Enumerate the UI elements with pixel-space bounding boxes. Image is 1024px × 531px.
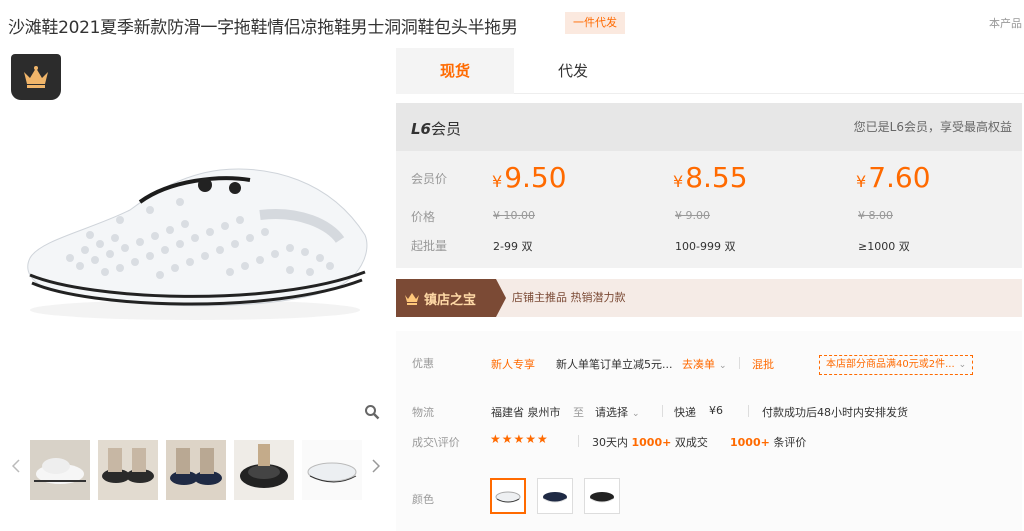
coupon-button[interactable]: 本店部分商品满40元或2件... ⌄ [819, 355, 974, 375]
tier-2-quantity: 100-999 双 [675, 240, 736, 253]
thumbnail-1[interactable] [30, 440, 90, 500]
mixed-batch-tag: 混批 [752, 358, 774, 371]
member-benefit-note: 您已是L6会员，享受最高权益 [853, 120, 1012, 134]
shop-treasure-banner[interactable]: 镇店之宝 店铺主推品 热销潜力款 [396, 279, 1022, 317]
promo-label: 优惠 [412, 357, 434, 370]
thumb-next-arrow-icon[interactable] [368, 454, 384, 478]
moq-label: 起批量 [411, 239, 448, 253]
color-swatch-white[interactable] [490, 478, 526, 514]
new-user-tag: 新人专享 [491, 358, 535, 371]
chevron-down-icon: ⌄ [719, 361, 727, 371]
shop-treasure-badge: 镇店之宝 [396, 279, 506, 317]
thumbnail-3[interactable] [166, 440, 226, 500]
new-user-desc: 新人单笔订单立减5元... [556, 358, 673, 371]
divider [748, 405, 749, 417]
sold-summary: 30天内 1000+ 双成交 [592, 436, 708, 449]
tier-2-original-price: ¥ 9.00 [675, 209, 710, 222]
ship-from: 福建省 泉州市 [491, 406, 561, 419]
ship-to-label: 至 [573, 406, 584, 419]
color-label: 颜色 [412, 493, 434, 506]
review-count-link[interactable]: 1000+ 条评价 [730, 434, 806, 450]
product-info-area: 优惠 新人专享 新人单笔订单立减5元... 去凑单 ⌄ 混批 本店部分商品满40元… [396, 331, 1022, 531]
thumbnail-5[interactable] [302, 440, 362, 500]
shipping-note: 付款成功后48小时内安排发货 [762, 406, 908, 419]
chevron-down-icon: ⌄ [632, 409, 640, 419]
tier-2-member-price: ¥8.55 [673, 161, 748, 194]
reviews-label: 成交\评价 [412, 436, 460, 449]
member-price-panel: L6会员 您已是L6会员，享受最高权益 会员价 价格 起批量 ¥9.50 ¥8.… [396, 103, 1022, 268]
divider [578, 435, 579, 447]
thumbnail-2[interactable] [98, 440, 158, 500]
stock-tabs: 现货 代发 [396, 48, 1024, 94]
tier-1-original-price: ¥ 10.00 [493, 209, 535, 222]
tab-in-stock[interactable]: 现货 [396, 48, 514, 94]
chevron-down-icon: ⌄ [958, 360, 967, 370]
destination-select[interactable]: 请选择 ⌄ [595, 404, 640, 420]
divider [662, 405, 663, 417]
product-title: 沙滩鞋2021夏季新款防滑一字拖鞋情侣凉拖鞋男士洞洞鞋包头半拖男 [8, 18, 518, 38]
crown-small-icon [405, 293, 419, 305]
tier-3-member-price: ¥7.60 [856, 161, 931, 194]
rating-stars: ★★★★★ [490, 432, 549, 446]
thumbnail-strip [8, 440, 388, 500]
thumbnail-4[interactable] [234, 440, 294, 500]
color-swatch-navy[interactable] [537, 478, 573, 514]
shop-tags: 店铺主推品 热销潜力款 [512, 291, 626, 304]
price-label: 价格 [411, 210, 436, 224]
logistics-label: 物流 [412, 406, 434, 419]
shipping-fee: ¥6 [709, 404, 723, 417]
tier-1-member-price: ¥9.50 [492, 161, 567, 194]
color-swatch-black[interactable] [584, 478, 620, 514]
tab-dropship[interactable]: 代发 [514, 48, 632, 94]
dropship-badge: 一件代发 [565, 12, 625, 34]
collect-order-link[interactable]: 去凑单 ⌄ [682, 356, 727, 372]
tier-3-quantity: ≥1000 双 [858, 240, 910, 253]
divider [739, 357, 740, 369]
zoom-button[interactable] [359, 399, 385, 425]
corner-text: 本产品 [989, 17, 1022, 30]
main-product-image[interactable] [10, 140, 375, 330]
member-price-label: 会员价 [411, 172, 448, 186]
member-level-label: L6会员 [411, 120, 462, 138]
tier-1-quantity: 2-99 双 [493, 240, 533, 253]
magnifier-icon [365, 405, 380, 420]
crown-icon [11, 54, 61, 100]
courier-label: 快递 [674, 406, 696, 419]
tier-3-original-price: ¥ 8.00 [858, 209, 893, 222]
thumb-prev-arrow-icon[interactable] [8, 454, 24, 478]
